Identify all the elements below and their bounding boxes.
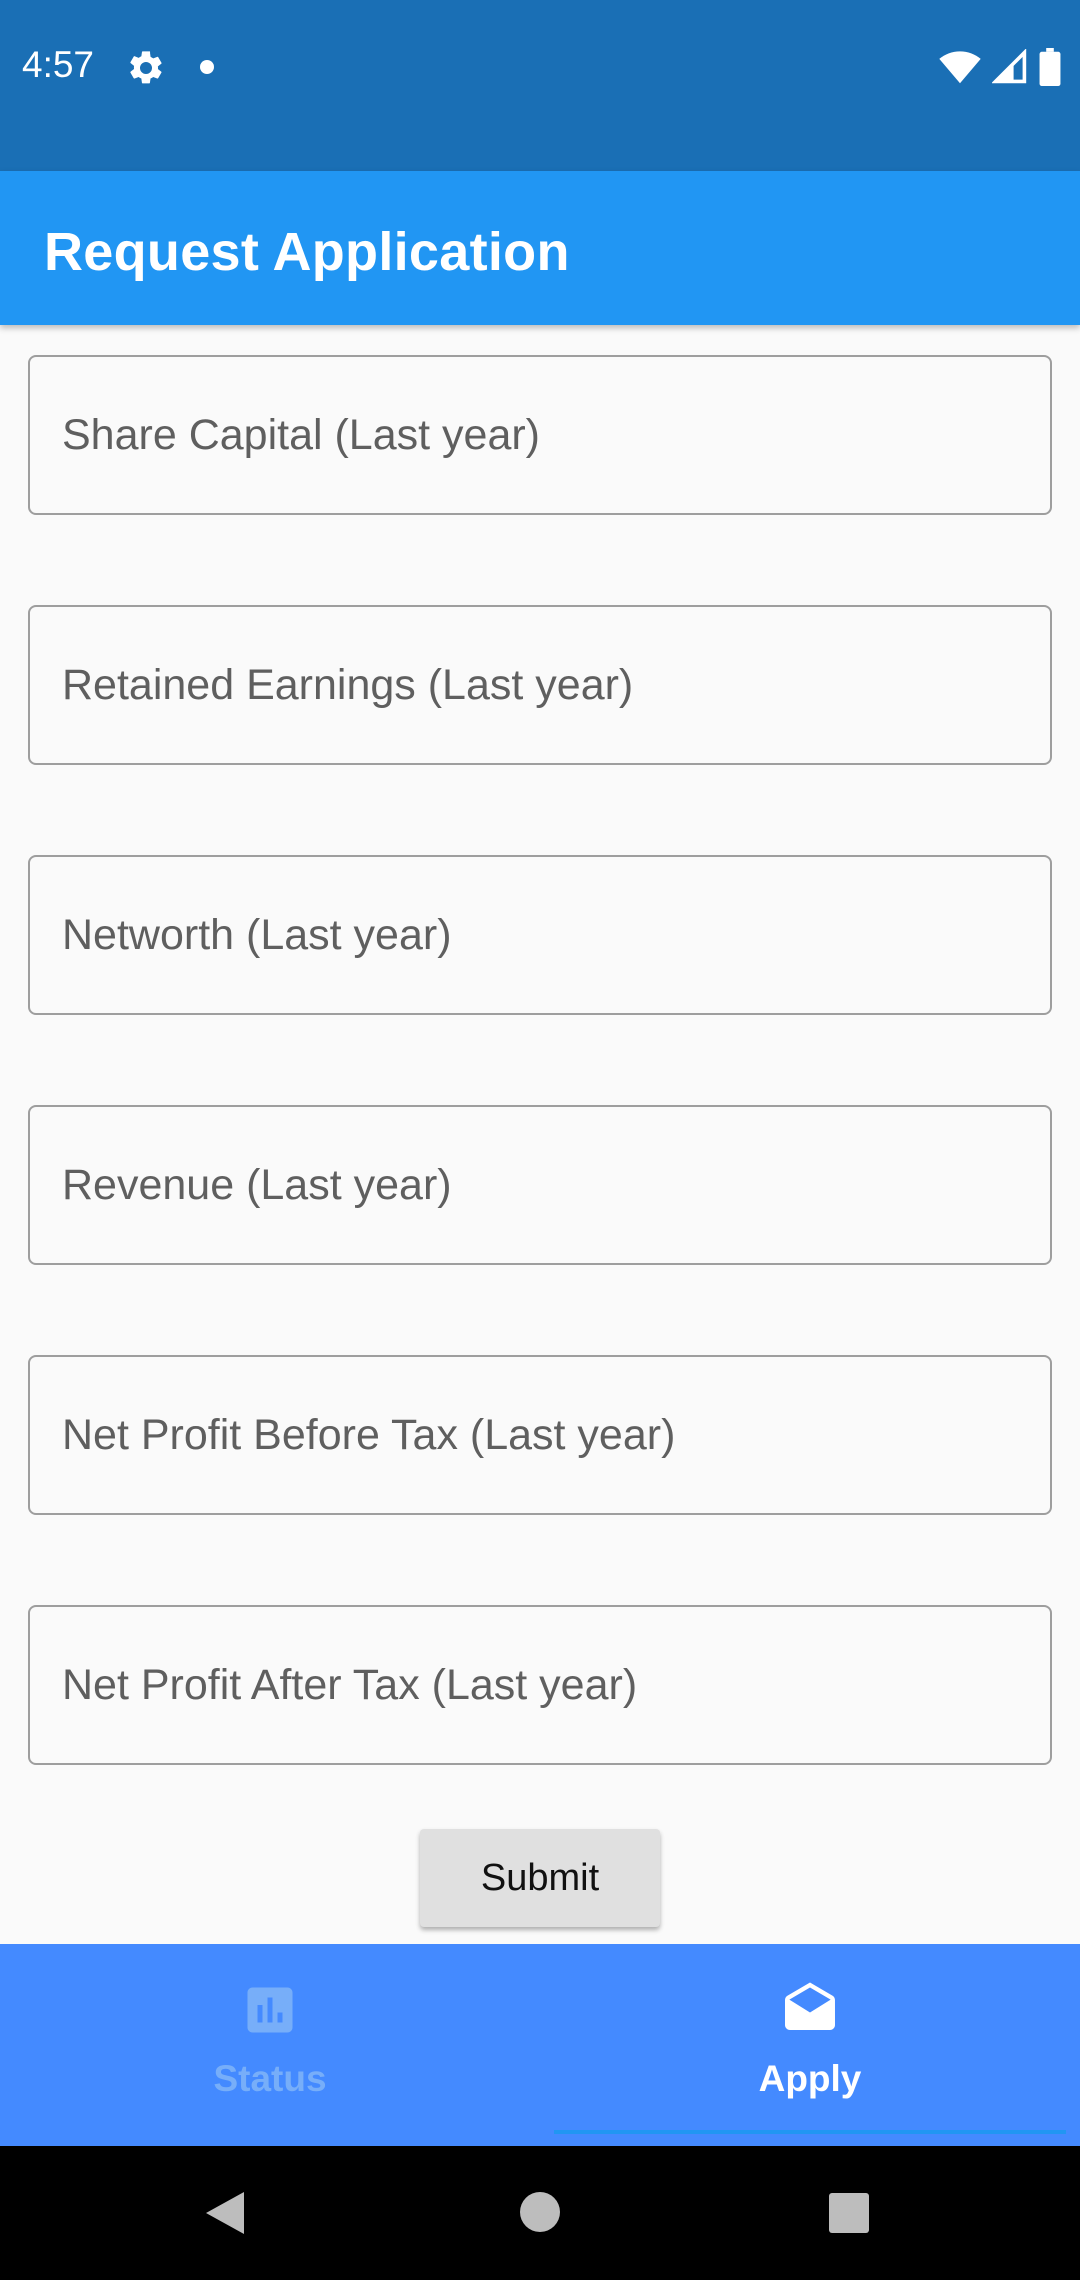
selected-tab-indicator bbox=[554, 2130, 1066, 2134]
networth-field[interactable]: Networth (Last year) bbox=[28, 855, 1052, 1015]
tab-apply[interactable]: Apply bbox=[540, 1944, 1080, 2146]
app-bar: Request Application bbox=[0, 171, 1080, 325]
mail-open-icon bbox=[785, 1982, 835, 2030]
submit-button[interactable]: Submit bbox=[420, 1829, 660, 1927]
page-title: Request Application bbox=[44, 222, 570, 282]
field-placeholder: Net Profit After Tax (Last year) bbox=[62, 1660, 638, 1709]
bar-chart-icon bbox=[247, 1987, 293, 2033]
status-time: 4:57 bbox=[22, 44, 95, 85]
battery-icon bbox=[1039, 48, 1061, 86]
field-placeholder: Net Profit Before Tax (Last year) bbox=[62, 1410, 676, 1459]
recents-icon[interactable] bbox=[828, 2192, 870, 2234]
back-icon[interactable] bbox=[204, 2190, 246, 2236]
notification-dot-icon bbox=[200, 60, 214, 74]
revenue-field[interactable]: Revenue (Last year) bbox=[28, 1105, 1052, 1265]
net-profit-before-tax-field[interactable]: Net Profit Before Tax (Last year) bbox=[28, 1355, 1052, 1515]
wifi-icon bbox=[939, 51, 981, 84]
tab-apply-label: Apply bbox=[758, 2058, 862, 2099]
net-profit-after-tax-field[interactable]: Net Profit After Tax (Last year) bbox=[28, 1605, 1052, 1765]
signal-icon bbox=[992, 49, 1027, 84]
retained-earnings-field[interactable]: Retained Earnings (Last year) bbox=[28, 605, 1052, 765]
field-placeholder: Revenue (Last year) bbox=[62, 1160, 452, 1209]
system-navigation-bar bbox=[0, 2146, 1080, 2280]
bottom-navigation: Status Apply bbox=[0, 1944, 1080, 2146]
field-placeholder: Networth (Last year) bbox=[62, 910, 452, 959]
form-content: Share Capital (Last year) Retained Earni… bbox=[0, 325, 1080, 1945]
tab-status-label: Status bbox=[213, 2058, 327, 2099]
tab-status[interactable]: Status bbox=[0, 1944, 540, 2146]
gear-icon bbox=[130, 51, 162, 84]
status-indicators bbox=[938, 46, 1062, 88]
home-icon[interactable] bbox=[518, 2190, 562, 2234]
share-capital-field[interactable]: Share Capital (Last year) bbox=[28, 355, 1052, 515]
field-placeholder: Retained Earnings (Last year) bbox=[62, 660, 634, 709]
field-placeholder: Share Capital (Last year) bbox=[62, 410, 540, 459]
status-bar: 4:57 bbox=[0, 0, 1080, 171]
